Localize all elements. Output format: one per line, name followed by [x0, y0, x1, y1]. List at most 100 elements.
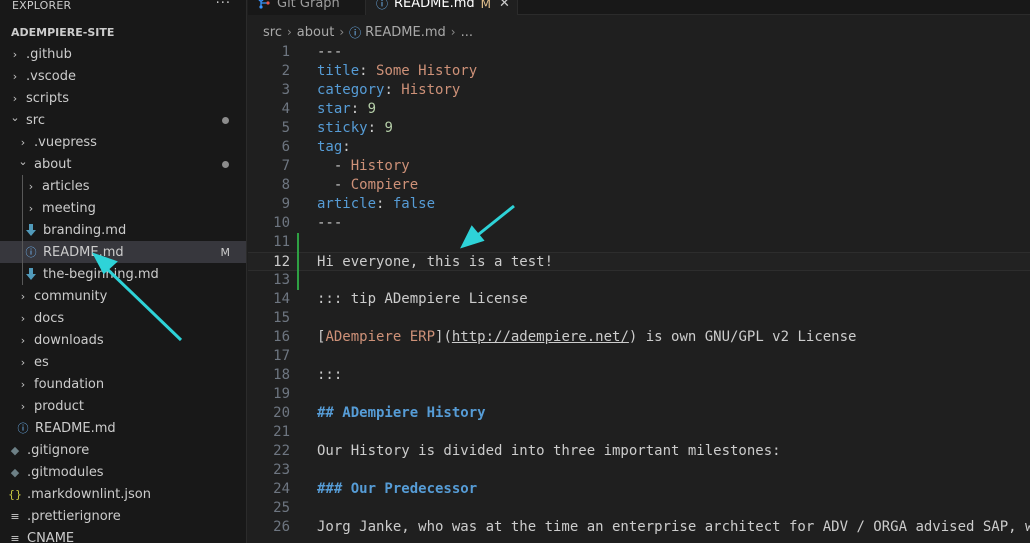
- line-number: 1: [281, 44, 290, 60]
- tree-item[interactable]: ◆ .gitignore: [0, 439, 246, 461]
- tree-item[interactable]: ≡ CNAME: [0, 527, 246, 543]
- file-tree: › .github › .vscode › scripts ⌄ src › .vuepress ⌄ a…: [0, 43, 246, 543]
- tree-item[interactable]: › foundation: [0, 373, 246, 395]
- tree-item-label: foundation: [34, 376, 105, 392]
- chevron-right-icon: ›: [20, 135, 26, 149]
- tree-item[interactable]: › scripts: [0, 87, 246, 109]
- chevron-right-icon: ›: [339, 25, 345, 39]
- code-line[interactable]: 14::: tip ADempiere License: [248, 290, 1030, 309]
- code-line[interactable]: 24 ### Our Predecessor: [248, 480, 1030, 499]
- code-line[interactable]: 25: [248, 499, 1030, 518]
- code-line[interactable]: 11: [248, 233, 1030, 252]
- code-token: Jorg Janke, who was at the time an enter…: [317, 519, 1030, 535]
- tree-item[interactable]: › .vuepress: [0, 131, 246, 153]
- code-line[interactable]: 8 - Compiere: [248, 176, 1030, 195]
- code-line[interactable]: 2 title: Some History: [248, 62, 1030, 81]
- code-line[interactable]: 18:::: [248, 366, 1030, 385]
- lines-icon: ≡: [10, 531, 20, 543]
- line-number: 12: [273, 254, 290, 270]
- tree-item[interactable]: › .github: [0, 43, 246, 65]
- code-token: 9: [384, 120, 393, 136]
- close-icon[interactable]: ✕: [499, 0, 510, 11]
- code-line[interactable]: 23: [248, 461, 1030, 480]
- tree-item[interactable]: the-beginning.md: [0, 263, 246, 285]
- code-line[interactable]: 26 Jorg Janke, who was at the time an ent…: [248, 518, 1030, 537]
- tree-item-label: CNAME: [27, 530, 75, 543]
- chevron-right-icon: ›: [12, 47, 18, 61]
- tree-item[interactable]: › articles: [0, 175, 246, 197]
- code-token: ) is own GNU/GPL v2 License: [628, 329, 857, 345]
- line-text: ::: tip ADempiere License: [317, 290, 528, 309]
- code-line[interactable]: 6 tag:: [248, 138, 1030, 157]
- indent-guide: [22, 175, 23, 285]
- tree-item[interactable]: ⌄ src: [0, 109, 246, 131]
- code-line[interactable]: 15: [248, 309, 1030, 328]
- code-line[interactable]: 3 category: History: [248, 81, 1030, 100]
- code-line[interactable]: 17: [248, 347, 1030, 366]
- code-line[interactable]: 10 ---: [248, 214, 1030, 233]
- tree-item[interactable]: {} .markdownlint.json: [0, 483, 246, 505]
- code-token: :: [342, 139, 351, 155]
- breadcrumb-item-about[interactable]: about: [297, 25, 335, 40]
- code-token: ## ADempiere History: [317, 405, 486, 421]
- tree-item[interactable]: › downloads: [0, 329, 246, 351]
- workspace-name: ADEMPIERE-SITE: [11, 25, 115, 39]
- code-line[interactable]: 19: [248, 385, 1030, 404]
- tab-readme[interactable]: ⓘ README.md M ✕: [366, 0, 518, 15]
- chevron-right-icon: ›: [20, 399, 26, 413]
- code-line[interactable]: 21: [248, 423, 1030, 442]
- tree-item[interactable]: branding.md: [0, 219, 246, 241]
- code-line[interactable]: 20 ## ADempiere History: [248, 404, 1030, 423]
- code-line[interactable]: 1 ---: [248, 43, 1030, 62]
- line-number: 5: [281, 120, 290, 136]
- code-token: :: [359, 63, 377, 79]
- code-line[interactable]: 22 Our History is divided into three impo…: [248, 442, 1030, 461]
- tab-bar: Git Graph ⓘ README.md M ✕: [248, 0, 1030, 15]
- tree-item[interactable]: ⓘ README.md: [0, 417, 246, 439]
- line-text: - Compiere: [317, 176, 418, 195]
- chevron-right-icon: ›: [286, 25, 292, 39]
- code-token: ### Our Predecessor: [317, 481, 478, 497]
- more-actions-icon[interactable]: ···: [216, 0, 231, 11]
- tree-item-label: .github: [26, 46, 72, 62]
- tree-item[interactable]: ≡ .prettierignore: [0, 505, 246, 527]
- code-token: tag: [317, 139, 343, 155]
- chevron-right-icon: ›: [12, 91, 18, 105]
- code-token: title: [317, 63, 360, 79]
- code-line[interactable]: 4 star: 9: [248, 100, 1030, 119]
- tree-item[interactable]: ⓘ README.md M: [0, 241, 246, 263]
- tree-item[interactable]: › product: [0, 395, 246, 417]
- breadcrumb-item-symbols[interactable]: ...: [461, 25, 473, 40]
- breadcrumb-item-src[interactable]: src: [263, 25, 282, 40]
- lines-icon: ≡: [10, 509, 20, 523]
- tree-item[interactable]: › docs: [0, 307, 246, 329]
- tree-item[interactable]: ⌄ about: [0, 153, 246, 175]
- tree-item[interactable]: › es: [0, 351, 246, 373]
- info-icon: ⓘ: [376, 0, 389, 11]
- code-editor[interactable]: 1 --- 2 title: Some History 3 category: Histo…: [248, 43, 1030, 543]
- tree-item[interactable]: › community: [0, 285, 246, 307]
- line-number: 17: [273, 348, 290, 364]
- code-line[interactable]: 5 sticky: 9: [248, 119, 1030, 138]
- code-line[interactable]: 13: [248, 271, 1030, 290]
- line-number: 15: [273, 310, 290, 326]
- tree-item[interactable]: ◆ .gitmodules: [0, 461, 246, 483]
- line-number: 21: [273, 424, 290, 440]
- line-number: 9: [281, 196, 290, 212]
- tree-item[interactable]: › meeting: [0, 197, 246, 219]
- breadcrumb-item-file[interactable]: README.md: [365, 25, 446, 40]
- code-line[interactable]: 12 Hi everyone, this is a test!: [248, 252, 1030, 271]
- tab-label: README.md: [394, 0, 475, 11]
- tree-item[interactable]: › .vscode: [0, 65, 246, 87]
- tree-item-label: .gitignore: [27, 442, 90, 458]
- workspace-section-title[interactable]: ADEMPIERE-SITE: [0, 22, 246, 42]
- info-icon: ⓘ: [17, 422, 29, 435]
- code-line[interactable]: 7 - History: [248, 157, 1030, 176]
- code-line[interactable]: 9 article: false: [248, 195, 1030, 214]
- tab-git-graph[interactable]: Git Graph: [248, 0, 366, 15]
- code-line[interactable]: 16 [ADempiere ERP](http://adempiere.net/)…: [248, 328, 1030, 347]
- line-text: ## ADempiere History: [317, 404, 486, 423]
- line-number: 11: [273, 234, 290, 250]
- tree-item-label: the-beginning.md: [43, 266, 159, 282]
- code-token: article: [317, 196, 377, 212]
